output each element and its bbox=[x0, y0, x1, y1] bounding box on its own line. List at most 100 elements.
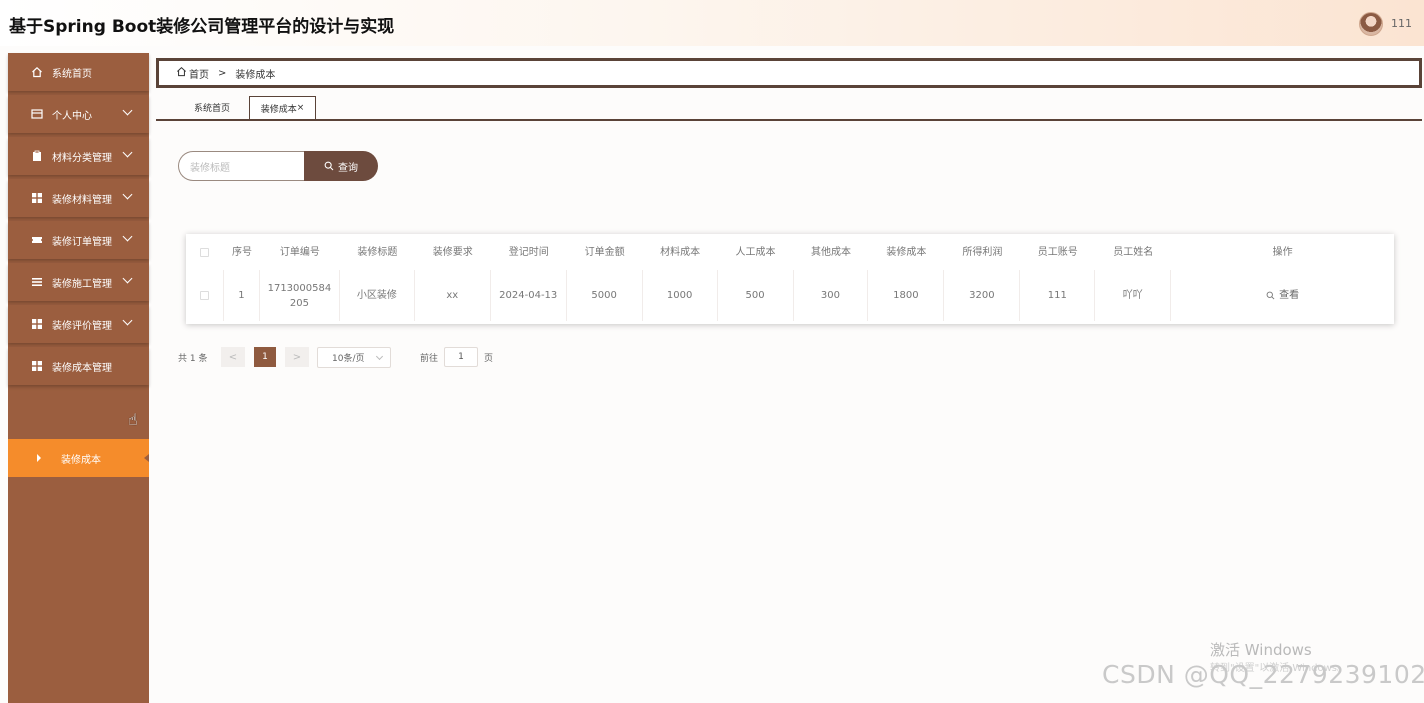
current-page[interactable]: 1 bbox=[254, 347, 276, 367]
data-table: 序号 订单编号 装修标题 装修要求 登记时间 订单金额 材料成本 人工成本 其他… bbox=[186, 234, 1394, 324]
column-header: 其他成本 bbox=[810, 246, 851, 258]
windows-activation-watermark: 激活 Windows bbox=[1210, 641, 1312, 659]
chevron-down-icon bbox=[375, 352, 384, 361]
page-size-value: 10条/页 bbox=[332, 354, 365, 364]
order-no-line2: 205 bbox=[289, 297, 309, 309]
row-checkbox[interactable] bbox=[186, 270, 224, 321]
cell-material-cost: 1000 bbox=[643, 270, 718, 321]
cell-total-cost: 1800 bbox=[868, 270, 945, 321]
search-icon bbox=[1266, 291, 1275, 300]
sidebar-item-personal-center[interactable]: 个人中心 bbox=[8, 95, 149, 133]
sidebar-item-label: 个人中心 bbox=[52, 110, 92, 122]
sidebar-item-home[interactable]: 系统首页 bbox=[8, 53, 149, 91]
tab-home[interactable]: 系统首页 bbox=[178, 96, 246, 119]
home-icon bbox=[176, 66, 187, 80]
cell-seq: 1 bbox=[224, 270, 260, 321]
breadcrumb-home[interactable]: 首页 bbox=[189, 66, 209, 81]
sidebar-subitem-label: 装修成本 bbox=[61, 454, 101, 466]
cell-profit: 3200 bbox=[944, 270, 1021, 321]
tab-bar: 系统首页 装修成本 × bbox=[156, 96, 1422, 121]
page-suffix: 页 bbox=[484, 353, 494, 364]
sidebar-item-label: 系统首页 bbox=[52, 68, 92, 80]
search-icon bbox=[324, 161, 334, 171]
sidebar-item-label: 装修订单管理 bbox=[52, 236, 112, 248]
sidebar-item-material-category[interactable]: 材料分类管理 bbox=[8, 137, 149, 175]
column-header: 材料成本 bbox=[660, 246, 701, 258]
search-button[interactable]: 查询 bbox=[304, 151, 378, 181]
column-header: 装修标题 bbox=[357, 246, 398, 258]
close-icon[interactable]: × bbox=[297, 103, 305, 113]
user-avatar[interactable] bbox=[1359, 12, 1383, 36]
cell-actions: 查看 bbox=[1171, 270, 1394, 321]
column-header: 装修要求 bbox=[432, 246, 473, 258]
cell-employee-name: 吖吖 bbox=[1095, 270, 1172, 321]
csdn-watermark: CSDN @QQ_2279239102 bbox=[1102, 660, 1424, 689]
column-header: 人工成本 bbox=[735, 246, 776, 258]
sidebar-item-orders[interactable]: 装修订单管理 bbox=[8, 221, 149, 259]
chevron-down-icon bbox=[122, 231, 133, 242]
table-header-row: 序号 订单编号 装修标题 装修要求 登记时间 订单金额 材料成本 人工成本 其他… bbox=[186, 234, 1394, 270]
column-header: 订单金额 bbox=[584, 246, 625, 258]
column-header: 所得利润 bbox=[962, 246, 1003, 258]
home-icon bbox=[31, 66, 43, 78]
prev-page-button[interactable]: < bbox=[221, 347, 245, 367]
column-header: 登记时间 bbox=[508, 246, 549, 258]
sidebar-item-cost-management[interactable]: 装修成本管理 bbox=[8, 347, 149, 385]
breadcrumb-current: 装修成本 bbox=[235, 69, 276, 81]
search-input[interactable]: 装修标题 bbox=[178, 151, 305, 181]
search-button-label: 查询 bbox=[338, 162, 358, 174]
breadcrumb-separator: > bbox=[218, 67, 227, 79]
view-button[interactable]: 查看 bbox=[1266, 288, 1299, 303]
sidebar-item-label: 材料分类管理 bbox=[52, 152, 112, 164]
sidebar-item-construction[interactable]: 装修施工管理 bbox=[8, 263, 149, 301]
active-indicator bbox=[144, 454, 149, 462]
hand-cursor-icon: ☝ bbox=[128, 410, 138, 429]
view-button-label: 查看 bbox=[1279, 290, 1300, 301]
column-header: 操作 bbox=[1272, 246, 1293, 258]
id-card-icon bbox=[31, 108, 43, 120]
next-page-button[interactable]: > bbox=[285, 347, 309, 367]
page-jump: 前往 1 页 bbox=[420, 347, 493, 367]
column-header: 序号 bbox=[231, 246, 252, 258]
table-row: 1 1713000584 205 小区装修 xx 2024-04-13 5000… bbox=[186, 270, 1394, 321]
chevron-down-icon bbox=[122, 273, 133, 284]
cell-order-no: 1713000584 205 bbox=[260, 270, 340, 321]
user-name[interactable]: 111 bbox=[1391, 17, 1412, 30]
sidebar-subitem-cost[interactable]: 装修成本 bbox=[8, 439, 149, 477]
grid-icon bbox=[31, 318, 43, 330]
order-no-line1: 1713000584 bbox=[267, 282, 332, 294]
sidebar-item-reviews[interactable]: 装修评价管理 bbox=[8, 305, 149, 343]
cell-labor-cost: 500 bbox=[718, 270, 794, 321]
breadcrumb: 首页 > 装修成本 bbox=[156, 58, 1422, 88]
tab-label: 装修成本 bbox=[260, 104, 297, 115]
cell-other-cost: 300 bbox=[794, 270, 869, 321]
cell-title: 小区装修 bbox=[340, 270, 415, 321]
goto-label: 前往 bbox=[420, 353, 439, 364]
chevron-down-icon bbox=[122, 147, 133, 158]
sidebar-item-label: 装修评价管理 bbox=[52, 320, 112, 332]
sidebar-item-materials[interactable]: 装修材料管理 bbox=[8, 179, 149, 217]
sidebar-item-label: 装修施工管理 bbox=[52, 278, 112, 290]
cell-employee-account: 111 bbox=[1020, 270, 1096, 321]
grid-icon bbox=[31, 360, 43, 372]
column-header: 装修成本 bbox=[886, 246, 927, 258]
sidebar-item-label: 装修成本管理 bbox=[52, 362, 112, 374]
sidebar-item-label: 装修材料管理 bbox=[52, 194, 112, 206]
page-size-select[interactable]: 10条/页 bbox=[317, 347, 391, 368]
select-all-checkbox[interactable] bbox=[186, 234, 224, 270]
clipboard-icon bbox=[31, 150, 43, 162]
sidebar: 系统首页 个人中心 材料分类管理 装修材料管理 装修订单管理 装修施工管理 装修… bbox=[8, 53, 149, 703]
column-header: 员工姓名 bbox=[1113, 246, 1154, 258]
app-title: 基于Spring Boot装修公司管理平台的设计与实现 bbox=[9, 17, 395, 37]
chevron-down-icon bbox=[122, 105, 133, 116]
ticket-icon bbox=[31, 234, 43, 246]
goto-page-input[interactable]: 1 bbox=[444, 347, 479, 367]
cell-requirement: xx bbox=[415, 270, 491, 321]
tab-cost[interactable]: 装修成本 × bbox=[249, 96, 316, 119]
chevron-down-icon bbox=[122, 189, 133, 200]
top-header: 基于Spring Boot装修公司管理平台的设计与实现 111 bbox=[0, 0, 1424, 46]
column-header: 员工账号 bbox=[1037, 246, 1078, 258]
cell-date: 2024-04-13 bbox=[491, 270, 567, 321]
caret-right-icon bbox=[37, 454, 41, 462]
chevron-down-icon bbox=[122, 315, 133, 326]
